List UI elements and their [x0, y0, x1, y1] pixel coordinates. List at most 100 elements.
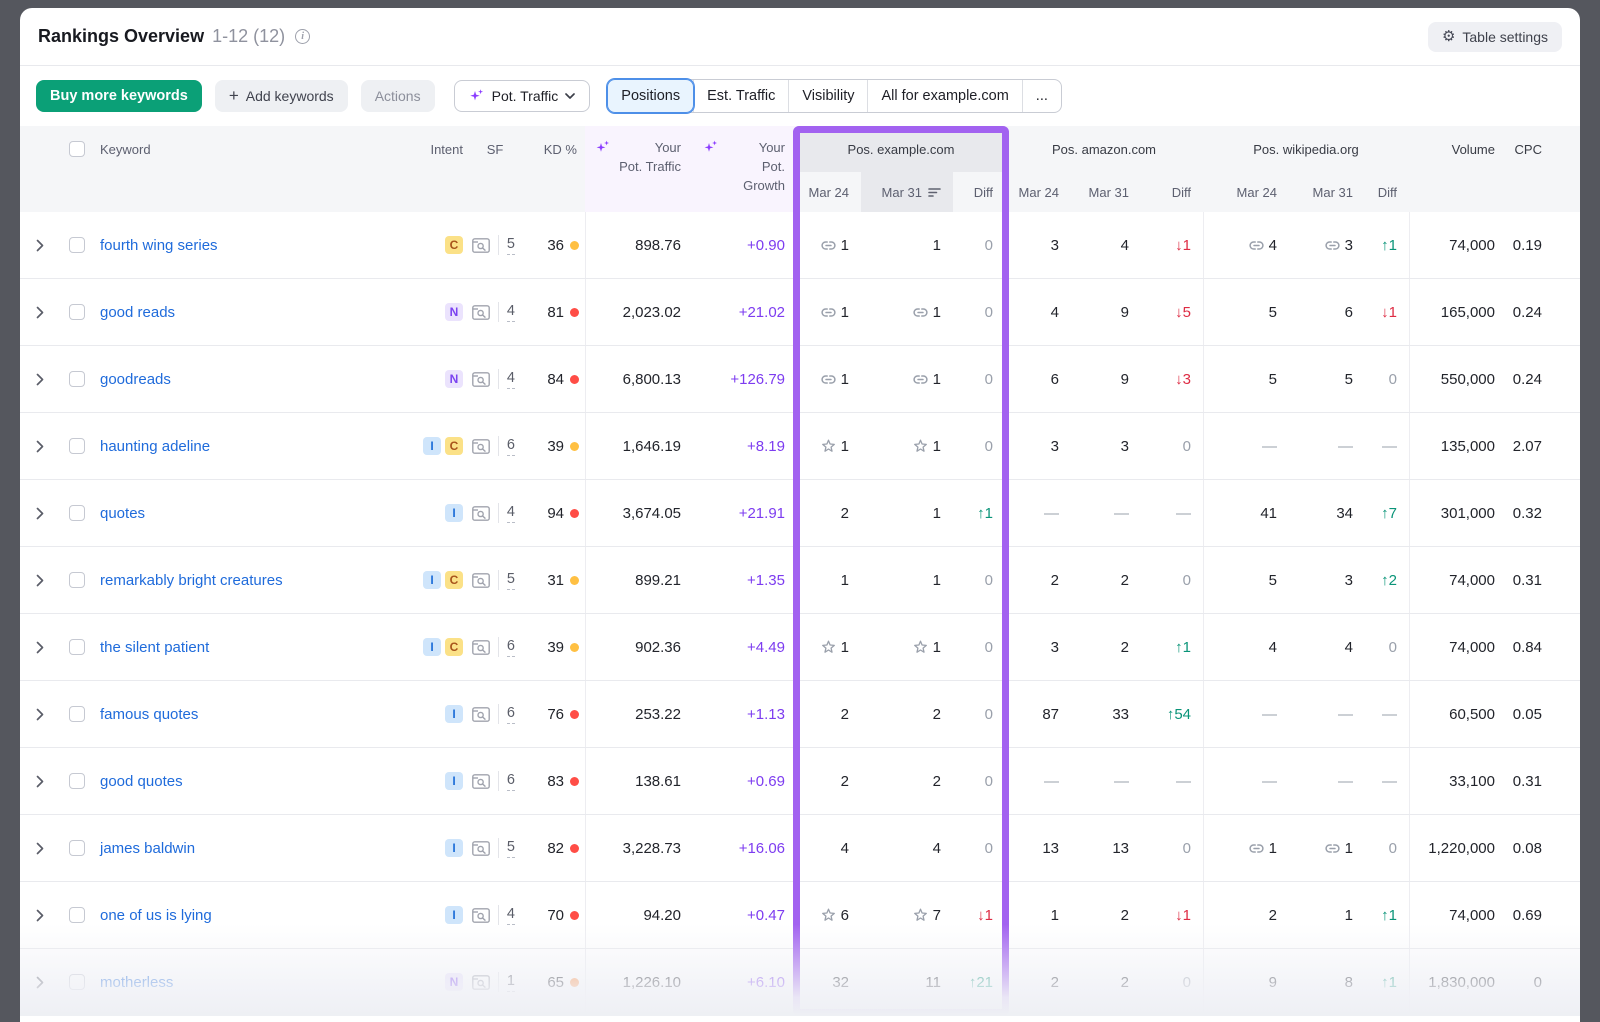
tab-positions[interactable]: Positions — [607, 79, 694, 113]
keyword-link[interactable]: quotes — [100, 505, 145, 522]
tab-est-traffic[interactable]: Est. Traffic — [693, 80, 788, 112]
sf-count[interactable]: 4 — [507, 302, 515, 321]
keyword-link[interactable]: one of us is lying — [100, 907, 212, 924]
sf-count[interactable]: 6 — [507, 436, 515, 455]
row-checkbox[interactable] — [69, 639, 85, 655]
kd-value: 83 — [547, 773, 564, 790]
keyword-link[interactable]: the silent patient — [100, 639, 209, 656]
tab-visibility[interactable]: Visibility — [788, 80, 867, 112]
col-example-mar24[interactable]: Mar 24 — [797, 172, 861, 212]
serp-features-icon[interactable] — [472, 506, 490, 521]
serp-features-icon[interactable] — [472, 372, 490, 387]
serp-features-icon[interactable] — [472, 841, 490, 856]
keyword-link[interactable]: remarkably bright creatures — [100, 572, 283, 589]
col-intent[interactable]: Intent — [405, 126, 465, 172]
serp-features-icon[interactable] — [472, 439, 490, 454]
sf-count[interactable]: 6 — [507, 771, 515, 790]
serp-features-icon[interactable] — [472, 305, 490, 320]
cell-wikipedia-mar31: 34 — [1289, 480, 1365, 546]
row-checkbox-cell — [60, 949, 94, 1015]
col-wikipedia-mar24[interactable]: Mar 24 — [1203, 172, 1289, 212]
col-amazon-mar31[interactable]: Mar 31 — [1071, 172, 1141, 212]
row-expander[interactable] — [20, 547, 60, 613]
serp-features-icon[interactable] — [472, 908, 490, 923]
row-checkbox[interactable] — [69, 237, 85, 253]
row-expander[interactable] — [20, 279, 60, 345]
col-volume[interactable]: Volume — [1409, 126, 1507, 172]
row-checkbox[interactable] — [69, 438, 85, 454]
table-settings-button[interactable]: ⚙ Table settings — [1428, 22, 1562, 52]
row-checkbox[interactable] — [69, 840, 85, 856]
row-checkbox[interactable] — [69, 773, 85, 789]
keyword-link[interactable]: james baldwin — [100, 840, 195, 857]
keyword-link[interactable]: good reads — [100, 304, 175, 321]
serp-features-icon[interactable] — [472, 640, 490, 655]
col-sf[interactable]: SF — [465, 126, 525, 172]
link-icon — [821, 307, 836, 318]
keyword-link[interactable]: good quotes — [100, 773, 183, 790]
col-wikipedia-mar31[interactable]: Mar 31 — [1289, 172, 1365, 212]
sf-count[interactable]: 5 — [507, 838, 515, 857]
keyword-link[interactable]: motherless — [100, 974, 173, 991]
row-checkbox[interactable] — [69, 371, 85, 387]
row-expander[interactable] — [20, 346, 60, 412]
cell-wikipedia-diff: 0 — [1365, 614, 1409, 680]
intent-badges: IC — [405, 638, 465, 656]
actions-button[interactable]: Actions — [361, 80, 435, 112]
tab-more[interactable]: ... — [1022, 80, 1061, 112]
col-wikipedia-diff[interactable]: Diff — [1365, 172, 1409, 212]
col-amazon-diff[interactable]: Diff — [1141, 172, 1203, 212]
row-expander[interactable] — [20, 480, 60, 546]
sf-count[interactable]: 4 — [507, 905, 515, 924]
row-checkbox[interactable] — [69, 907, 85, 923]
select-all-checkbox[interactable] — [69, 141, 85, 157]
keyword-link[interactable]: fourth wing series — [100, 237, 218, 254]
serp-features-icon[interactable] — [472, 975, 490, 990]
serp-features-icon[interactable] — [472, 774, 490, 789]
sf-count[interactable]: 5 — [507, 570, 515, 589]
row-expander[interactable] — [20, 748, 60, 814]
row-expander[interactable] — [20, 681, 60, 747]
row-expander[interactable] — [20, 413, 60, 479]
col-kd[interactable]: KD % — [525, 126, 585, 172]
keyword-link[interactable]: goodreads — [100, 371, 171, 388]
row-checkbox[interactable] — [69, 572, 85, 588]
sf-count[interactable]: 5 — [507, 235, 515, 254]
pot-traffic-value: 6,800.13 — [623, 371, 681, 388]
sf-count[interactable]: 4 — [507, 503, 515, 522]
row-expander[interactable] — [20, 949, 60, 1015]
chevron-right-icon — [36, 842, 44, 855]
row-checkbox[interactable] — [69, 974, 85, 990]
col-keyword[interactable]: Keyword — [94, 126, 405, 172]
keyword-link[interactable]: famous quotes — [100, 706, 198, 723]
row-expander[interactable] — [20, 212, 60, 278]
buy-more-keywords-button[interactable]: Buy more keywords — [36, 80, 202, 112]
col-example-diff[interactable]: Diff — [953, 172, 1005, 212]
info-icon[interactable]: i — [295, 29, 310, 44]
sf-count[interactable]: 6 — [507, 637, 515, 656]
row-expander[interactable] — [20, 882, 60, 948]
keyword-link[interactable]: haunting adeline — [100, 438, 210, 455]
metric-selector-button[interactable]: Pot. Traffic — [454, 80, 591, 112]
diff-value: ↓3 — [1175, 371, 1191, 388]
row-expander[interactable] — [20, 614, 60, 680]
col-pot-traffic[interactable]: YourPot. Traffic — [585, 126, 693, 212]
col-cpc[interactable]: CPC — [1507, 126, 1580, 172]
row-checkbox[interactable] — [69, 706, 85, 722]
add-keywords-button[interactable]: + Add keywords — [215, 80, 348, 112]
tab-all-for-example-com[interactable]: All for example.com — [867, 80, 1021, 112]
sf-count[interactable]: 6 — [507, 704, 515, 723]
row-checkbox[interactable] — [69, 505, 85, 521]
serp-features-icon[interactable] — [472, 707, 490, 722]
col-amazon-mar24[interactable]: Mar 24 — [1005, 172, 1071, 212]
diff-value: 0 — [985, 304, 993, 321]
col-pot-growth[interactable]: YourPot. Growth — [693, 126, 797, 212]
col-example-mar31-sorted[interactable]: Mar 31 — [861, 172, 953, 212]
sf-count[interactable]: 1 — [507, 972, 515, 991]
row-checkbox[interactable] — [69, 304, 85, 320]
cell-example-diff: ↓1 — [953, 882, 1005, 948]
sf-count[interactable]: 4 — [507, 369, 515, 388]
serp-features-icon[interactable] — [472, 573, 490, 588]
serp-features-icon[interactable] — [472, 238, 490, 253]
row-expander[interactable] — [20, 815, 60, 881]
